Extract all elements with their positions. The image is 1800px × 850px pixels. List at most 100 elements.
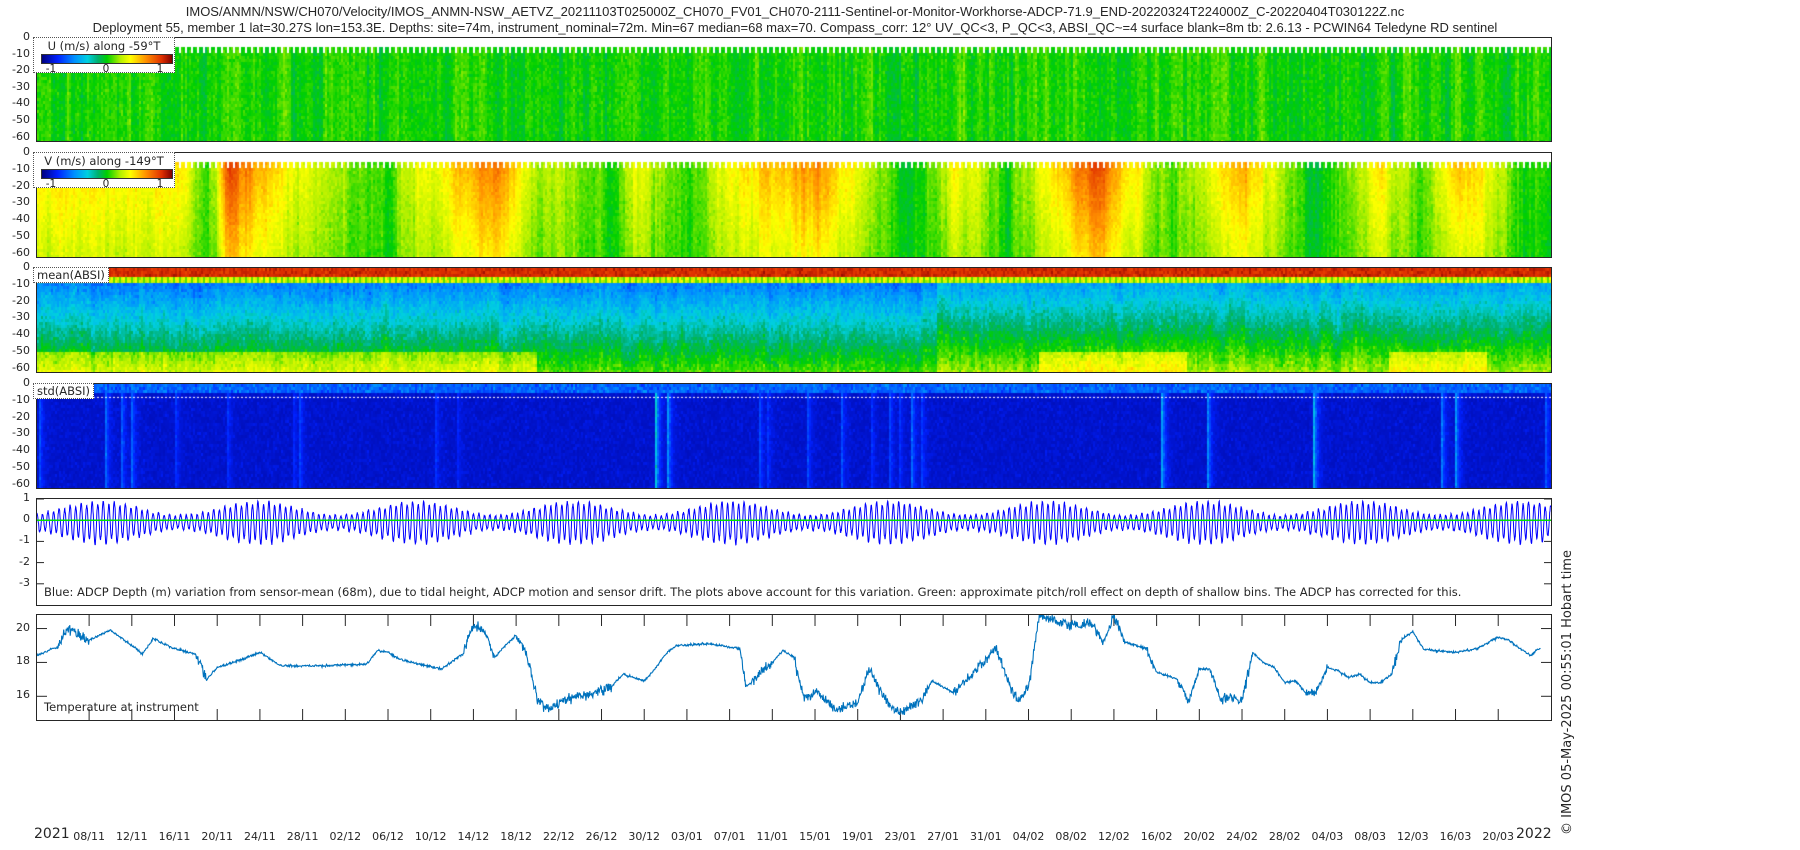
y-tick-label: -50 bbox=[12, 343, 30, 357]
x-tick-label: 30/12 bbox=[628, 830, 661, 843]
u-colorbar-tick: 1 bbox=[156, 63, 164, 75]
u-colorbar-legend: U (m/s) along -59°T -1 0 1 bbox=[33, 37, 175, 75]
u-colorbar-tick: -1 bbox=[45, 63, 57, 75]
v-colorbar-tick: 0 bbox=[102, 178, 110, 190]
x-tick-label: 14/12 bbox=[457, 830, 490, 843]
y-tick-label: 0 bbox=[23, 376, 30, 389]
v-colorbar-label: V (m/s) along -149°T bbox=[44, 154, 164, 168]
x-tick-label: 10/12 bbox=[414, 830, 447, 843]
y-tick-label: -40 bbox=[12, 96, 30, 110]
y-tick-label: -30 bbox=[12, 426, 30, 440]
x-tick-label: 04/02 bbox=[1012, 830, 1045, 843]
y-tick-label: -10 bbox=[12, 161, 30, 175]
x-tick-label: 31/01 bbox=[969, 830, 1002, 843]
y-tick-label: -50 bbox=[12, 113, 30, 127]
v-colorbar-tick: -1 bbox=[45, 178, 57, 190]
x-tick-label: 28/11 bbox=[286, 830, 319, 843]
y-tick-label: -60 bbox=[12, 476, 30, 490]
depth-variation-line bbox=[37, 499, 1551, 546]
x-tick-label: 18/12 bbox=[500, 830, 532, 843]
y-tick-label: -20 bbox=[12, 63, 30, 77]
x-tick-label: 08/03 bbox=[1354, 830, 1386, 843]
y-tick-label: 16 bbox=[16, 688, 30, 702]
x-tick-label: 03/01 bbox=[671, 830, 703, 843]
y-tick-label: -60 bbox=[12, 360, 30, 374]
mean-absi-heatmap-panel bbox=[36, 267, 1552, 373]
y-tick-label: 0 bbox=[23, 30, 30, 43]
y-tick-label: 20 bbox=[16, 620, 30, 634]
x-tick-label: 26/12 bbox=[585, 830, 618, 843]
y-tick-label: -20 bbox=[12, 293, 30, 307]
x-tick-label: 27/01 bbox=[927, 830, 959, 843]
x-tick-label: 08/11 bbox=[73, 830, 105, 843]
y-tick-label: -30 bbox=[12, 310, 30, 324]
y-tick-label: -20 bbox=[12, 409, 30, 423]
y-tick-label: -3 bbox=[19, 575, 30, 589]
y-tick-label: -2 bbox=[19, 554, 30, 568]
x-tick-label: 08/02 bbox=[1055, 830, 1088, 843]
x-tick-label: 15/01 bbox=[799, 830, 831, 843]
x-tick-label: 12/03 bbox=[1396, 830, 1429, 843]
x-tick-label: 20/11 bbox=[201, 830, 234, 843]
y-tick-label: -10 bbox=[12, 46, 30, 60]
x-tick-label: 16/11 bbox=[158, 830, 191, 843]
x-tick-label: 16/03 bbox=[1439, 830, 1472, 843]
y-tick-label: 1 bbox=[23, 491, 30, 504]
y-tick-label: -30 bbox=[12, 79, 30, 93]
temperature-label: Temperature at instrument bbox=[44, 700, 199, 714]
y-tick-label: -40 bbox=[12, 443, 30, 457]
u-colorbar-label: U (m/s) along -59°T bbox=[47, 39, 161, 53]
x-tick-label: 28/02 bbox=[1268, 830, 1301, 843]
x-year-end: 2022 bbox=[1516, 826, 1552, 842]
depth-annotation: Blue: ADCP Depth (m) variation from sens… bbox=[44, 585, 1462, 599]
x-tick-label: 23/01 bbox=[884, 830, 917, 843]
y-tick-label: -40 bbox=[12, 327, 30, 341]
mean-absi-label: mean(ABSI) bbox=[33, 267, 109, 283]
x-tick-label: 19/01 bbox=[841, 830, 874, 843]
x-tick-label: 22/12 bbox=[542, 830, 575, 843]
y-tick-label: -50 bbox=[12, 459, 30, 473]
y-tick-label: -60 bbox=[12, 245, 30, 259]
temperature-plot bbox=[37, 615, 1551, 720]
v-colorbar-tick: 1 bbox=[156, 178, 164, 190]
u-velocity-heatmap bbox=[37, 38, 1551, 141]
u-colorbar-tick: 0 bbox=[102, 63, 110, 75]
x-tick-label: 07/01 bbox=[713, 830, 746, 843]
v-velocity-heatmap-panel bbox=[36, 152, 1552, 258]
y-tick-label: 18 bbox=[16, 654, 30, 668]
std-absi-heatmap bbox=[37, 384, 1551, 488]
x-tick-label: 12/02 bbox=[1098, 830, 1130, 843]
x-tick-label: 04/03 bbox=[1311, 830, 1344, 843]
y-tick-label: -10 bbox=[12, 392, 30, 406]
y-tick-label: 0 bbox=[23, 260, 30, 273]
title-filename: IMOS/ANMN/NSW/CH070/Velocity/IMOS_ANMN-N… bbox=[185, 4, 1405, 19]
x-tick-label: 24/11 bbox=[244, 830, 276, 843]
x-year-start: 2021 bbox=[34, 826, 70, 842]
std-absi-label: std(ABSI) bbox=[33, 383, 95, 399]
v-velocity-heatmap bbox=[37, 153, 1551, 257]
y-tick-label: -60 bbox=[12, 129, 30, 143]
x-tick-label: 20/03 bbox=[1482, 830, 1515, 843]
y-tick-label: -40 bbox=[12, 212, 30, 226]
x-tick-label: 20/02 bbox=[1183, 830, 1216, 843]
u-velocity-heatmap-panel bbox=[36, 37, 1552, 142]
x-tick-label: 02/12 bbox=[329, 830, 362, 843]
title-deployment-info: Deployment 55, member 1 lat=30.27S lon=1… bbox=[92, 20, 1498, 35]
x-tick-label: 24/02 bbox=[1226, 830, 1258, 843]
y-tick-label: -20 bbox=[12, 178, 30, 192]
x-tick-label: 11/01 bbox=[756, 830, 789, 843]
temperature-line bbox=[37, 615, 1541, 716]
y-tick-label: -10 bbox=[12, 276, 30, 290]
std-absi-heatmap-panel bbox=[36, 383, 1552, 489]
mean-absi-heatmap bbox=[37, 268, 1551, 372]
y-tick-label: -50 bbox=[12, 228, 30, 242]
x-tick-label: 06/12 bbox=[372, 830, 404, 843]
x-tick-label: 12/11 bbox=[115, 830, 148, 843]
y-tick-label: 0 bbox=[23, 145, 30, 158]
temperature-panel bbox=[36, 614, 1552, 721]
y-tick-label: -30 bbox=[12, 195, 30, 209]
credit-text: © IMOS 05-May-2025 00:55:01 Hobart time bbox=[1560, 550, 1575, 835]
y-tick-label: 0 bbox=[23, 512, 30, 526]
v-colorbar-legend: V (m/s) along -149°T -1 0 1 bbox=[33, 152, 175, 190]
y-tick-label: -1 bbox=[19, 533, 30, 547]
